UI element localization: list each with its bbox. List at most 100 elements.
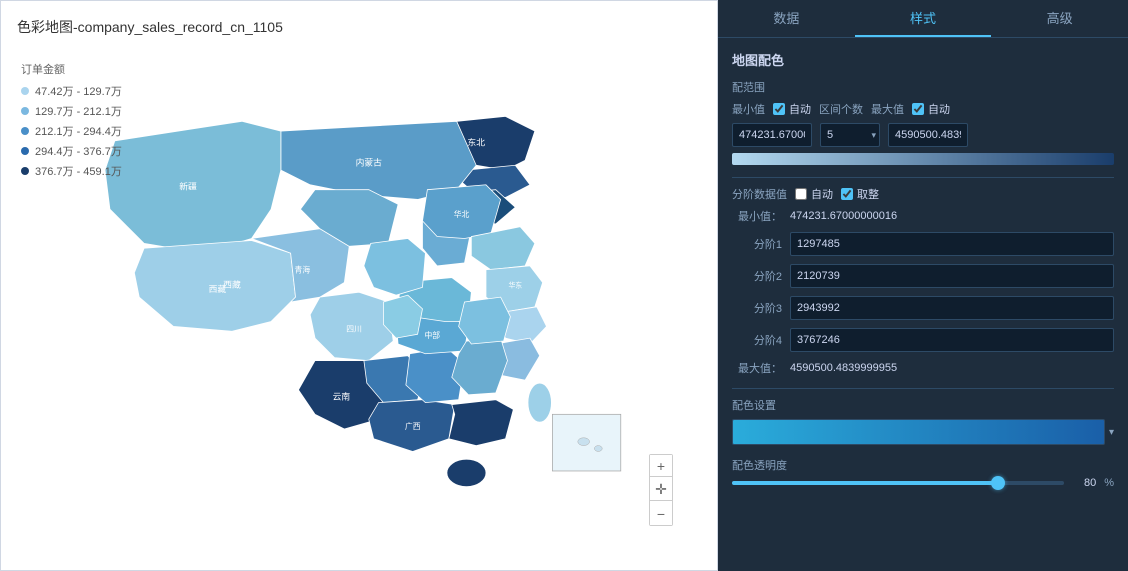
tab-data[interactable]: 数据 [718, 0, 855, 37]
hainan [447, 459, 486, 486]
auto-segment-group: 自动 [795, 186, 833, 202]
min-value-input[interactable] [732, 123, 812, 147]
range-inputs-row: 5 ▾ [732, 123, 1114, 147]
qinghai-label: 青海 [295, 264, 311, 274]
segment-label-4: 分阶4 [732, 332, 782, 348]
intervals-select[interactable]: 5 [820, 123, 880, 147]
sichuan-label: 四川 [346, 324, 362, 333]
huabei-label: 华北 [454, 209, 470, 219]
segment-row-2: 分阶2 [732, 264, 1114, 288]
map-title: 色彩地图-company_sales_record_cn_1105 [17, 17, 701, 37]
min-auto-group: 自动 [773, 101, 811, 117]
legend-item-label: 376.7万 - 459.1万 [35, 163, 122, 179]
divider-1 [732, 177, 1114, 178]
intervals-label: 区间个数 [819, 101, 863, 117]
anhui [459, 297, 511, 344]
segment-title: 分阶数据值 [732, 186, 787, 202]
map-panel: 色彩地图-company_sales_record_cn_1105 订单金额 4… [0, 0, 718, 571]
transparency-slider-thumb[interactable] [991, 476, 1005, 490]
huadong-label: 华东 [508, 280, 522, 289]
legend-item: 129.7万 - 212.1万 [21, 103, 122, 119]
color-range-subtitle: 配范围 [732, 79, 1114, 95]
segment-input-3[interactable] [790, 296, 1114, 320]
transparency-section: 配色透明度 80 % [732, 457, 1114, 489]
max-auto-group: 自动 [912, 101, 950, 117]
max-label: 最大值 [871, 101, 904, 117]
yunnan-label: 云南 [333, 390, 351, 401]
min-exact-label: 最小值： [732, 208, 782, 224]
zoom-reset-button[interactable]: ✛ [650, 479, 672, 501]
legend-dot [21, 107, 29, 115]
percent-sign: % [1104, 477, 1114, 489]
round-checkbox[interactable] [841, 188, 853, 200]
auto-segment-checkbox[interactable] [795, 188, 807, 200]
legend-dot [21, 167, 29, 175]
segment-input-1[interactable] [790, 232, 1114, 256]
zoom-in-button[interactable]: + [650, 455, 672, 477]
legend-item-label: 47.42万 - 129.7万 [35, 83, 122, 99]
legend-item: 212.1万 - 294.4万 [21, 123, 122, 139]
segment-section: 分阶数据值 自动 取整 最小值： 474231.67000000016 分阶1分… [732, 186, 1114, 376]
color-setting-section: 配色设置 ▾ [732, 397, 1114, 445]
tab-style[interactable]: 样式 [855, 0, 992, 37]
segment-label-2: 分阶2 [732, 268, 782, 284]
right-panel: 数据 样式 高级 地图配色 配范围 最小值 自动 区间个数 最大值 自动 [718, 0, 1128, 571]
legend-area: 订单金额 47.42万 - 129.7万 129.7万 - 212.1万 212.1… [21, 61, 122, 183]
transparency-slider-track[interactable] [732, 481, 1064, 485]
gradient-bar [732, 153, 1114, 165]
legend-item: 294.4万 - 376.7万 [21, 143, 122, 159]
legend-items: 47.42万 - 129.7万 129.7万 - 212.1万 212.1万 - 2… [21, 83, 122, 179]
taiwan [528, 383, 551, 422]
legend-dot [21, 87, 29, 95]
sea-island-1 [578, 437, 590, 445]
segment-row-3: 分阶3 [732, 296, 1114, 320]
segment-label-3: 分阶3 [732, 300, 782, 316]
map-coloring-title: 地图配色 [732, 50, 1114, 69]
segment-input-4[interactable] [790, 328, 1114, 352]
min-exact-value: 474231.67000000016 [790, 210, 897, 222]
color-gradient-picker[interactable] [732, 419, 1105, 445]
panel-content: 地图配色 配范围 最小值 自动 区间个数 最大值 自动 [718, 38, 1128, 571]
max-exact-row: 最大值： 4590500.4839999955 [732, 360, 1114, 376]
legend-item: 47.42万 - 129.7万 [21, 83, 122, 99]
max-value-input[interactable] [888, 123, 968, 147]
sea-island-2 [594, 445, 602, 451]
color-range-section: 配范围 最小值 自动 区间个数 最大值 自动 5 [732, 79, 1114, 165]
min-auto-checkbox[interactable] [773, 103, 785, 115]
min-exact-row: 最小值： 474231.67000000016 [732, 208, 1114, 224]
segment-row-4: 分阶4 [732, 328, 1114, 352]
zoom-controls: + ✛ − [649, 454, 673, 526]
segment-inputs-container: 分阶1 分阶2 分阶3 分阶4 [732, 232, 1114, 352]
color-picker-row: ▾ [732, 419, 1114, 445]
neimenggu-label: 内蒙古 [356, 156, 383, 167]
tab-advanced[interactable]: 高级 [991, 0, 1128, 37]
dongbei-label: 东北 [467, 136, 485, 147]
picker-dropdown-icon[interactable]: ▾ [1109, 427, 1114, 438]
zhongbu-label: 中部 [424, 330, 440, 340]
guangxi-label: 广西 [405, 420, 421, 430]
round-group: 取整 [841, 186, 879, 202]
divider-2 [732, 388, 1114, 389]
legend-item-label: 129.7万 - 212.1万 [35, 103, 122, 119]
max-auto-checkbox[interactable] [912, 103, 924, 115]
segment-header-row: 分阶数据值 自动 取整 [732, 186, 1114, 202]
max-exact-label: 最大值： [732, 360, 782, 376]
color-setting-row: 配色设置 [732, 397, 1114, 413]
china-map-svg: 东北 内蒙古 新疆 西藏 青海 四川 云南 [79, 92, 639, 512]
max-auto-label: 自动 [928, 101, 950, 117]
transparency-value: 80 [1072, 477, 1096, 489]
guangdong [449, 399, 513, 445]
legend-item-label: 212.1万 - 294.4万 [35, 123, 122, 139]
tabs-header: 数据 样式 高级 [718, 0, 1128, 38]
color-setting-label: 配色设置 [732, 397, 776, 413]
transparency-slider-row: 80 % [732, 477, 1114, 489]
segment-row-1: 分阶1 [732, 232, 1114, 256]
shaanxi [364, 238, 426, 295]
round-label: 取整 [857, 186, 879, 202]
legend-title: 订单金额 [21, 61, 122, 77]
segment-input-2[interactable] [790, 264, 1114, 288]
xizang-main-label: 西藏 [223, 278, 241, 289]
legend-item: 376.7万 - 459.1万 [21, 163, 122, 179]
intervals-select-wrapper: 5 ▾ [820, 123, 880, 147]
zoom-out-button[interactable]: − [650, 503, 672, 525]
